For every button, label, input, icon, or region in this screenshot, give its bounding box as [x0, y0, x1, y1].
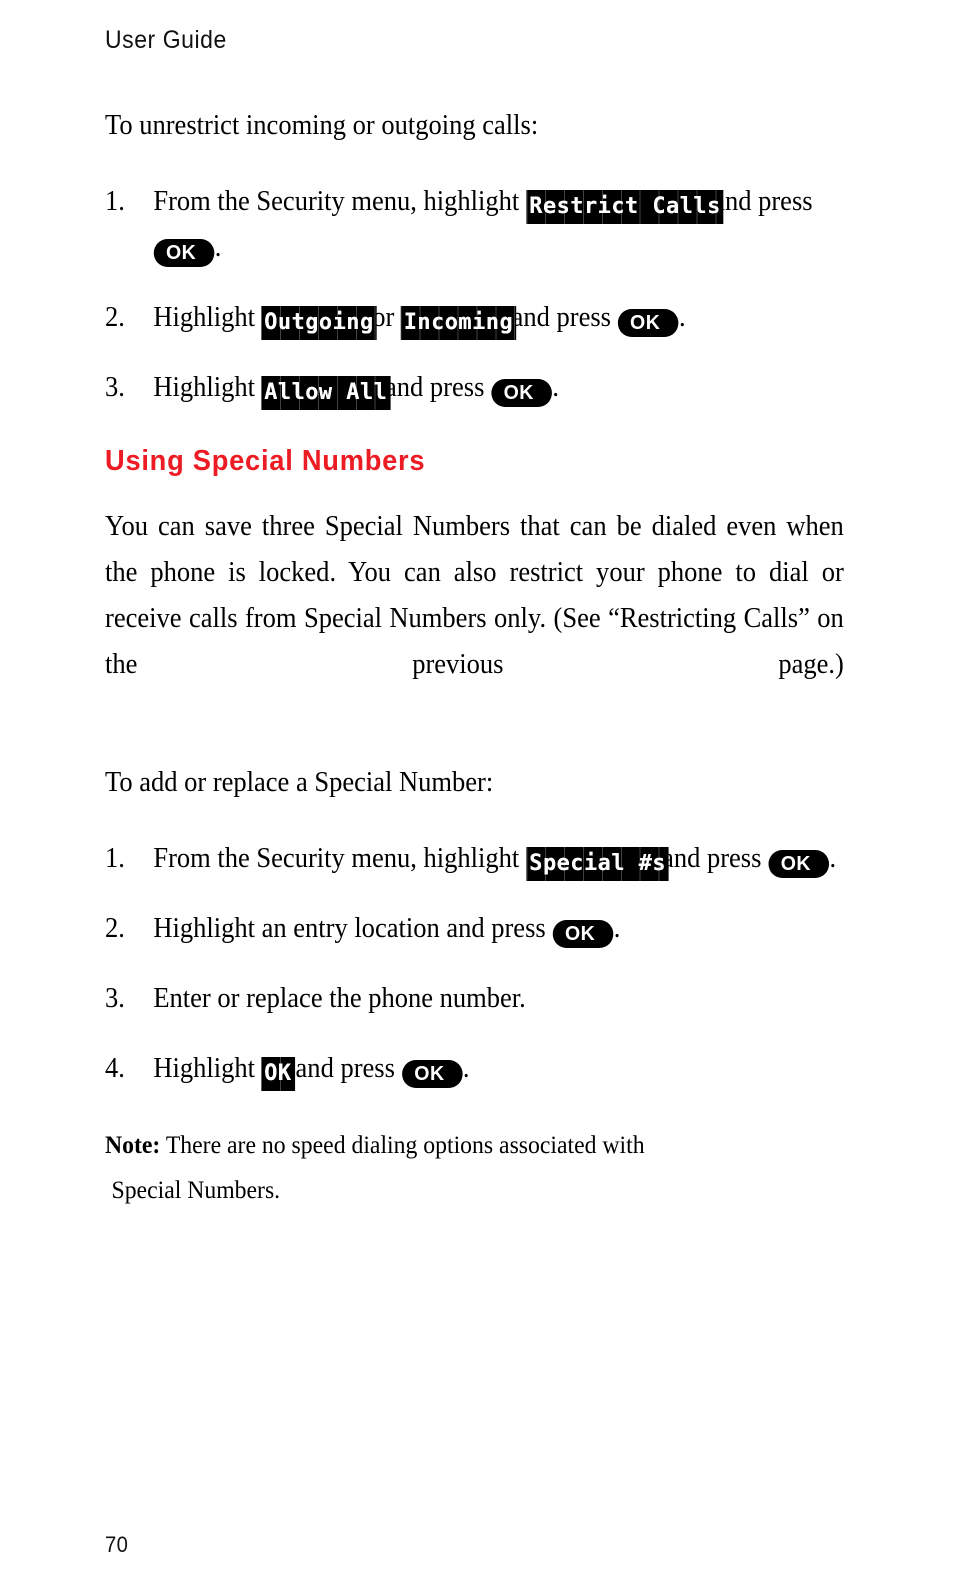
step-text-mid: and press: [295, 1053, 395, 1084]
lcd-chip-label: Allow All: [264, 378, 388, 407]
lcd-chip-outgoing[interactable]: Outgoing: [261, 306, 378, 340]
running-header: User Guide: [105, 26, 227, 54]
list-item: 3. Enter or replace the phone number.: [105, 976, 844, 1022]
unrestrict-steps-list: 1. From the Security menu, highlight Rest…: [105, 179, 844, 411]
lcd-chip-special-numbers[interactable]: Special #s: [525, 847, 669, 881]
special-numbers-steps-list: 1. From the Security menu, highlight Spec…: [105, 836, 844, 1092]
step-text: Highlight an entry location and press: [153, 913, 546, 944]
document-page: User Guide To unrestrict incoming or out…: [0, 0, 954, 1590]
step-text-mid-2: and press: [511, 302, 611, 333]
list-item: 4. Highlight OK and press OK.: [105, 1046, 844, 1092]
ok-key-button[interactable]: OK: [768, 850, 830, 878]
note-line-1: There are no speed dialing options assoc…: [165, 1130, 645, 1159]
section-heading-using-special-numbers: Using Special Numbers: [105, 445, 426, 477]
note-line-2: Special Numbers.: [111, 1175, 281, 1204]
list-item: 2. Highlight Outgoingor Incomingand press…: [105, 295, 844, 341]
step-text: Highlight: [153, 302, 255, 333]
note-block: Note: There are no speed dialing options…: [105, 1122, 844, 1212]
page-number: 70: [105, 1532, 129, 1557]
step-text: From the Security menu, highlight: [153, 843, 520, 874]
step-number: 3.: [105, 372, 125, 403]
lcd-chip-label: Outgoing: [264, 308, 375, 337]
list-item: 1. From the Security menu, highlight Rest…: [105, 179, 844, 271]
step-text: Enter or replace the phone number.: [153, 983, 526, 1014]
list-item: 1. From the Security menu, highlight Spec…: [105, 836, 844, 882]
step-text-after: .: [214, 232, 222, 263]
lcd-chip-label: Restrict Calls: [528, 192, 721, 221]
lcd-chip-ok[interactable]: OK: [261, 1057, 295, 1091]
step-text-mid: and press: [713, 186, 813, 217]
step-number: 4.: [105, 1053, 125, 1084]
step-number: 3.: [105, 983, 125, 1014]
step-text: Highlight: [153, 1053, 255, 1084]
ok-key-button[interactable]: OK: [153, 239, 215, 267]
step-text-after: .: [678, 302, 686, 333]
note-label: Note:: [105, 1130, 161, 1159]
step-number: 2.: [105, 913, 125, 944]
lcd-chip-label: OK: [264, 1059, 292, 1088]
lcd-chip-label: Special #s: [528, 849, 666, 878]
lcd-chip-restrict-calls[interactable]: Restrict Calls: [525, 190, 724, 224]
step-text-mid: and press: [662, 843, 762, 874]
step-number: 1.: [105, 843, 125, 874]
list-item: 3. Highlight Allow Alland press OK.: [105, 365, 844, 411]
lcd-chip-allow-all[interactable]: Allow All: [261, 376, 391, 410]
special-numbers-lead-paragraph: To add or replace a Special Number:: [105, 767, 494, 798]
step-text: From the Security menu, highlight: [153, 186, 520, 217]
step-text: Highlight: [153, 372, 255, 403]
special-numbers-body-paragraph: You can save three Special Numbers that …: [105, 511, 844, 680]
ok-key-button[interactable]: OK: [552, 920, 614, 948]
lcd-chip-incoming[interactable]: Incoming: [400, 306, 517, 340]
step-number: 2.: [105, 302, 125, 333]
ok-key-button[interactable]: OK: [401, 1060, 463, 1088]
ok-key-button[interactable]: OK: [618, 309, 679, 337]
ok-key-button[interactable]: OK: [491, 379, 552, 407]
step-text-after: .: [613, 913, 621, 944]
lcd-chip-label: Incoming: [403, 308, 514, 337]
step-text-mid: and press: [385, 372, 485, 403]
step-number: 1.: [105, 186, 125, 217]
list-item: 2. Highlight an entry location and press …: [105, 906, 844, 952]
unrestrict-lead-paragraph: To unrestrict incoming or outgoing calls…: [105, 110, 539, 141]
step-text-after: .: [462, 1053, 470, 1084]
step-text-after: .: [829, 843, 837, 874]
step-text-after: .: [552, 372, 560, 403]
